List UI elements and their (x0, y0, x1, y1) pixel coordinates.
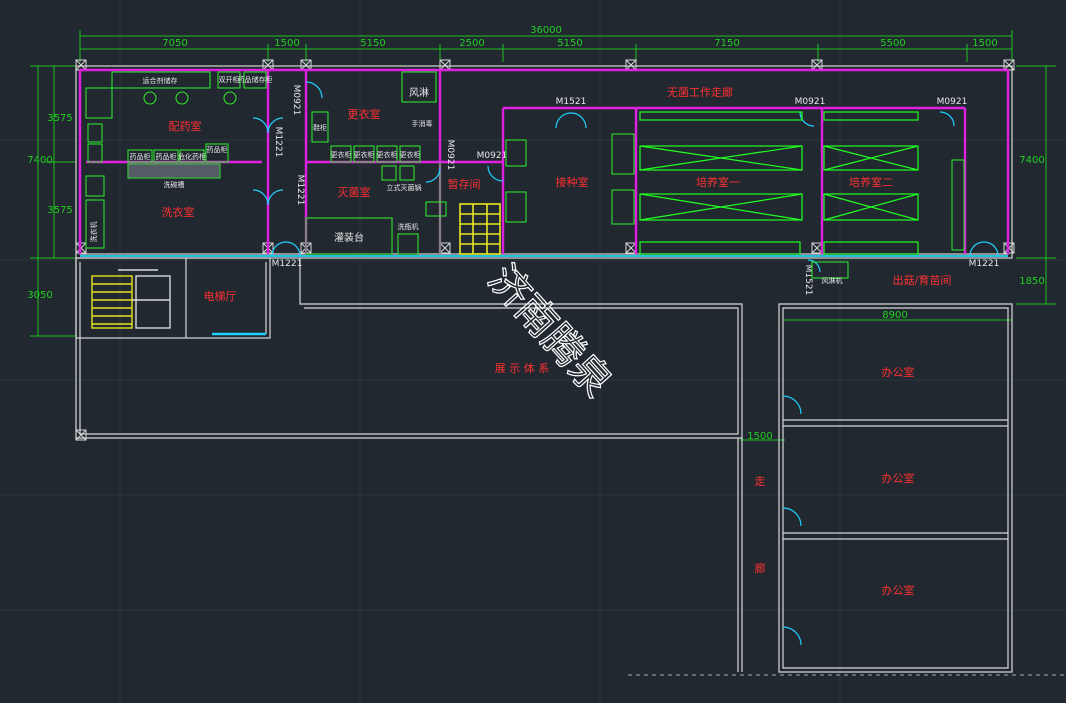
door-m1221-d: M1221 (969, 259, 1000, 269)
dim-1500-corridor: 1500 (747, 431, 772, 442)
equip-yaopin1: 药品柜 (130, 152, 151, 161)
equip-shoushi: 手消毒 (412, 119, 433, 128)
room-chuchuang: 出菇/育苗间 (893, 273, 952, 287)
equip-lishi: 立式灭菌锅 (387, 183, 422, 192)
dim-top-7: 5500 (880, 38, 905, 49)
stair-flight (91, 269, 171, 329)
equip-gengyigui3: 更衣柜 (377, 150, 398, 159)
room-peiyang1: 培养室一 (696, 175, 740, 189)
equip-guanzhuang: 灌装台 (334, 231, 364, 244)
dim-top-8: 1500 (972, 38, 997, 49)
equip-yunfen: 运合剂储存 (143, 76, 178, 85)
dim-left-3: 3575 (47, 205, 72, 216)
dim-left-4: 3050 (27, 290, 52, 301)
watermark: 济南腾泉 (479, 256, 620, 406)
room-lang: 廊 (755, 561, 766, 575)
room-mianjun: 灭菌室 (338, 185, 371, 199)
equip-shuangren: 双开柜 (219, 75, 240, 84)
door-m1221-b: M1221 (295, 175, 305, 206)
equip-gengyigui4: 更衣柜 (400, 150, 421, 159)
room-fenglin: 风淋 (409, 86, 429, 99)
dim-left-2: 7400 (27, 155, 52, 166)
door-m0921-a: M0921 (291, 85, 301, 116)
equip-xiyiji: 洗衣机 (89, 222, 98, 243)
equipment-dark-fills (127, 163, 221, 179)
room-dianti: 电梯厅 (204, 290, 237, 303)
room-gengyi: 更衣室 (348, 107, 381, 121)
floor-plan: 36000 7050 1500 5150 2500 5150 7150 5500… (0, 0, 1066, 703)
room-wujun-corridor: 无菌工作走廊 (667, 85, 733, 99)
equip-fenglinji: 风淋机 (822, 276, 843, 285)
yellow-rack (459, 203, 501, 255)
room-xiyi: 洗衣室 (162, 205, 195, 219)
room-jieliao: 接种室 (556, 175, 589, 189)
column-markers (75, 59, 1015, 441)
room-zhanshi: 展 示 体 系 (495, 361, 550, 375)
dim-top-2: 1500 (274, 38, 299, 49)
equip-gengxie: 鞋柜 (313, 123, 327, 132)
dim-top-4: 2500 (459, 38, 484, 49)
door-m0921-e: M0921 (937, 97, 968, 107)
door-m1221-c: M1221 (272, 259, 303, 269)
door-m0921-c: M0921 (477, 151, 508, 161)
door-m1221-a: M1221 (273, 127, 283, 158)
equip-yaopin3: 危化药柜 (178, 152, 206, 161)
equip-xiwanqi: 洗碗槽 (164, 180, 185, 189)
equip-yaopin2: 药品柜 (156, 152, 177, 161)
equip-yaopin4: 药品柜 (207, 145, 228, 154)
equip-gengyigui1: 更衣柜 (331, 150, 352, 159)
room-peiyang2: 培养室二 (849, 175, 893, 189)
room-labels-white: 风淋 (409, 86, 429, 99)
door-m0921-d: M0921 (795, 97, 826, 107)
equip-xiping: 洗瓶机 (398, 222, 419, 231)
dim-top-5: 5150 (557, 38, 582, 49)
equip-gengyigui2: 更衣柜 (354, 150, 375, 159)
dim-right-1: 7400 (1019, 155, 1044, 166)
room-peiyao: 配药室 (169, 119, 202, 133)
dim-top-6: 7150 (714, 38, 739, 49)
room-zou: 走 (755, 475, 766, 488)
dim-overall: 36000 (530, 25, 562, 36)
dim-right-2: 1850 (1019, 276, 1044, 287)
dim-8900: 8900 (882, 310, 907, 321)
door-m1521-a: M1521 (556, 97, 587, 107)
room-office1: 办公室 (882, 365, 915, 379)
background-grid (0, 0, 1066, 703)
zone-partitions-green (305, 162, 441, 255)
room-office3: 办公室 (882, 583, 915, 597)
dim-left-1: 3575 (47, 113, 72, 124)
room-zanfang: 暂存间 (448, 177, 481, 191)
dim-top-1: 7050 (162, 38, 187, 49)
room-office2: 办公室 (882, 471, 915, 485)
door-m0921-b: M0921 (445, 140, 455, 171)
equip-yanglai: 药品储存柜 (238, 75, 273, 84)
dim-top-3: 5150 (360, 38, 385, 49)
